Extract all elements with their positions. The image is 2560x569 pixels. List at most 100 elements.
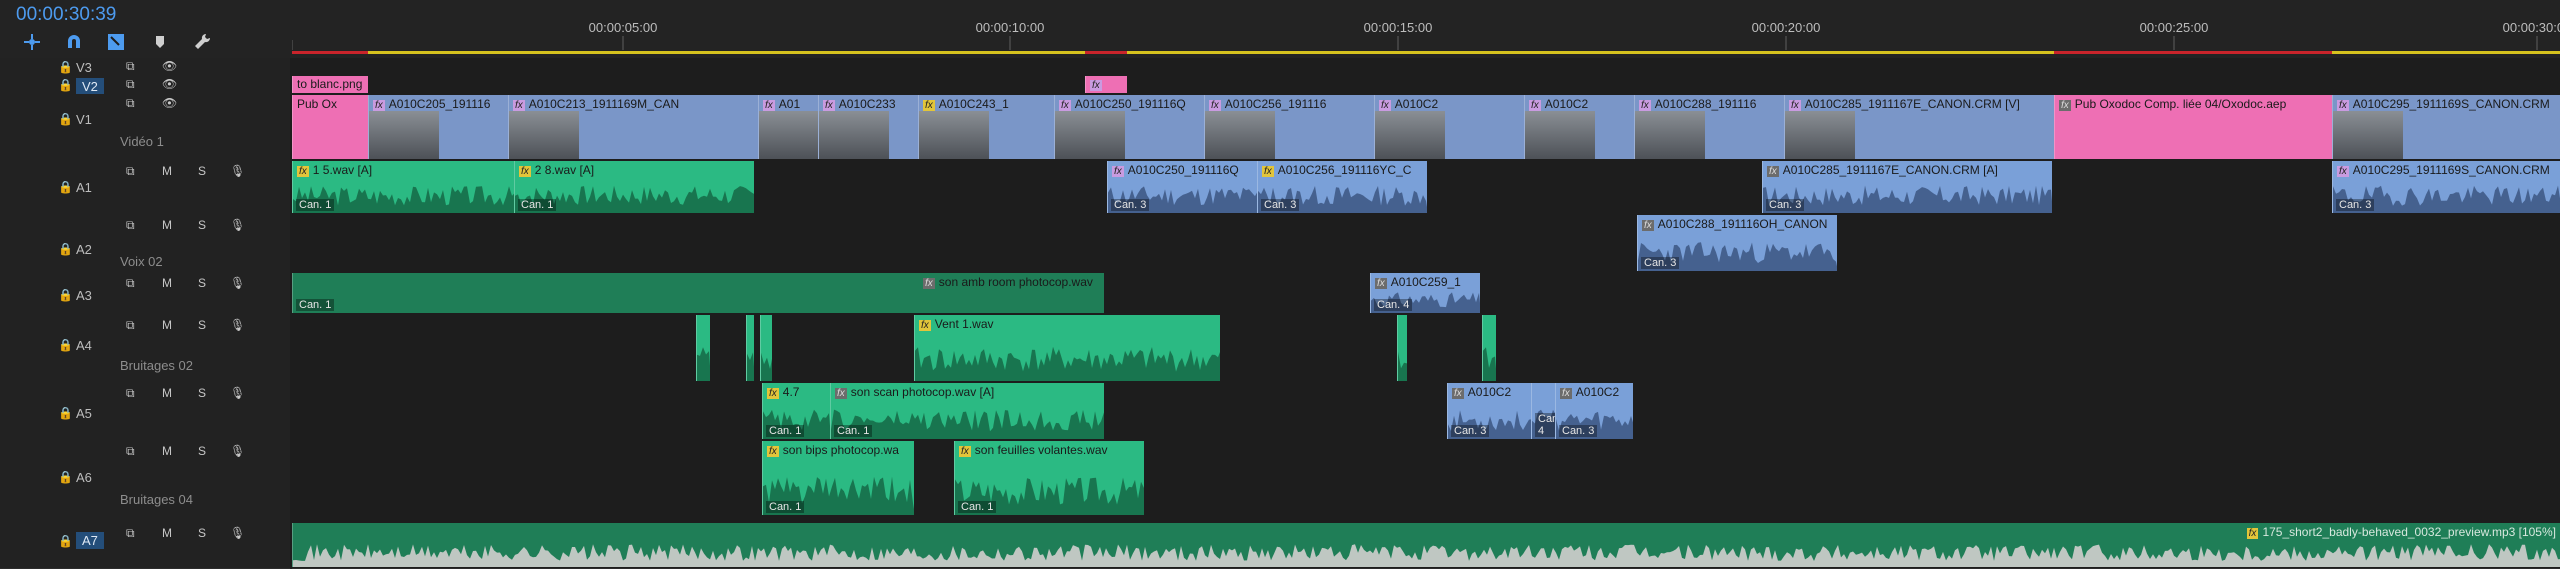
wrench-icon[interactable] <box>192 32 212 52</box>
clip[interactable]: fx A010C2 Can. 3 <box>1555 383 1633 439</box>
track-lane-a6[interactable]: fx son bips photocop.wa Can. 1 fx son feuill… <box>292 440 2560 523</box>
clip[interactable]: fx A010C243_1 <box>918 95 1054 159</box>
clip[interactable]: Pub Ox <box>292 95 368 159</box>
linked-select-icon[interactable] <box>106 32 126 52</box>
sync-lock-icon[interactable]: ⧉ <box>126 164 135 179</box>
track-name[interactable]: A3 <box>76 288 92 303</box>
clip[interactable]: fx A010C295_1911169S_CANON.CRM Can. 3 <box>2332 161 2560 213</box>
clip[interactable]: fx A010C213_1911169M_CAN <box>508 95 758 159</box>
mute-button[interactable]: M <box>162 444 172 458</box>
track-lane-v1[interactable]: Pub Ox fx A010C205_191116 fx A010C213_191116… <box>292 94 2560 161</box>
playhead-timecode[interactable]: 00:00:30:39 <box>16 4 116 26</box>
lock-icon[interactable]: 🔒 <box>58 112 73 126</box>
clip[interactable]: fx A010C295_1911169S_CANON.CRM <box>2332 95 2560 159</box>
sync-lock-icon[interactable]: ⧉ <box>126 318 135 333</box>
microphone-icon[interactable]: 🎙 <box>230 218 245 232</box>
eye-icon[interactable]: 👁 <box>162 59 177 73</box>
microphone-icon[interactable]: 🎙 <box>230 276 245 290</box>
clip[interactable]: fx A010C233 <box>818 95 918 159</box>
clip[interactable]: fx A010C259_1 Can. 4 <box>1370 273 1480 313</box>
lock-icon[interactable]: 🔒 <box>58 242 73 256</box>
track-name[interactable]: V2 <box>76 78 104 95</box>
lock-icon[interactable]: 🔒 <box>58 78 73 92</box>
clip[interactable]: fx 4.7 Can. 1 <box>762 383 830 439</box>
mute-button[interactable]: M <box>162 318 172 332</box>
clip[interactable]: to blanc.png <box>292 76 368 93</box>
audio-clip-short[interactable] <box>696 315 710 381</box>
clip[interactable]: fx A010C2 <box>1374 95 1524 159</box>
lock-icon[interactable]: 🔒 <box>58 470 73 484</box>
snap-icon[interactable] <box>22 32 42 52</box>
track-lane-v2[interactable]: to blanc.png fx <box>292 76 2560 95</box>
track-lane-a4[interactable]: fx Vent 1.wav <box>292 314 2560 383</box>
clip[interactable]: fx A010C285_1911167E_CANON.CRM [V] <box>1784 95 2054 159</box>
microphone-icon[interactable]: 🎙 <box>230 444 245 458</box>
sync-lock-icon[interactable]: ⧉ <box>126 444 135 459</box>
clip[interactable]: fx 175_short2_badly-behaved_0032_preview.… <box>292 523 2560 567</box>
microphone-icon[interactable]: 🎙 <box>230 526 245 540</box>
audio-clip-short[interactable] <box>746 315 754 381</box>
clip[interactable]: fx A010C2 Can. 3 <box>1447 383 1531 439</box>
track-lane-a3[interactable]: fx son amb room photocop.wav Can. 1 fx A010C… <box>292 272 2560 315</box>
lock-icon[interactable]: 🔒 <box>58 534 73 548</box>
lock-icon[interactable]: 🔒 <box>58 288 73 302</box>
track-name[interactable]: A4 <box>76 338 92 353</box>
sync-lock-icon[interactable]: ⧉ <box>126 96 135 111</box>
audio-clip-short[interactable] <box>1397 315 1407 381</box>
clip[interactable]: fx <box>1085 76 1127 93</box>
clip[interactable]: fx A010C205_191116 <box>368 95 508 159</box>
eye-icon[interactable]: 👁 <box>162 77 177 91</box>
track-name[interactable]: A7 <box>76 532 104 549</box>
track-name[interactable]: A2 <box>76 242 92 257</box>
lock-icon[interactable]: 🔒 <box>58 180 73 194</box>
track-lane-v3[interactable] <box>292 58 2560 77</box>
mute-button[interactable]: M <box>162 526 172 540</box>
clip[interactable]: fx 2 8.wav [A] Can. 1 <box>514 161 754 213</box>
clip[interactable]: fx A010C288_191116 <box>1634 95 1784 159</box>
track-name[interactable]: A1 <box>76 180 92 195</box>
solo-button[interactable]: S <box>198 218 206 232</box>
audio-clip-short[interactable] <box>1482 315 1496 381</box>
sync-lock-icon[interactable]: ⧉ <box>126 386 135 401</box>
solo-button[interactable]: S <box>198 318 206 332</box>
clip[interactable]: fx A010C250_191116Q Can. 3 <box>1107 161 1257 213</box>
solo-button[interactable]: S <box>198 276 206 290</box>
sync-lock-icon[interactable]: ⧉ <box>126 218 135 233</box>
lock-icon[interactable]: 🔒 <box>58 60 73 74</box>
mute-button[interactable]: M <box>162 164 172 178</box>
clip[interactable]: fx son feuilles volantes.wav Can. 1 <box>954 441 1144 515</box>
clip[interactable]: fx A010C2 <box>1524 95 1634 159</box>
clip[interactable]: fx A01 <box>758 95 818 159</box>
clip[interactable]: fx A010C285_1911167E_CANON.CRM [A] Can. 3 <box>1762 161 2052 213</box>
clip[interactable]: Can. 4 <box>1531 383 1555 439</box>
microphone-icon[interactable]: 🎙 <box>230 318 245 332</box>
track-lane-a2[interactable]: fx A010C288_191116OH_CANON Can. 3 <box>292 214 2560 273</box>
microphone-icon[interactable]: 🎙 <box>230 164 245 178</box>
eye-icon[interactable]: 👁 <box>162 96 177 110</box>
clip[interactable]: fx 1 5.wav [A] Can. 1 <box>292 161 514 213</box>
clip[interactable]: fx Pub Oxodoc Comp. liée 04/Oxodoc.aep <box>2054 95 2332 159</box>
lock-icon[interactable]: 🔒 <box>58 406 73 420</box>
clip[interactable]: fx son scan photocop.wav [A] Can. 1 <box>830 383 1104 439</box>
track-lane-a1[interactable]: fx 1 5.wav [A] Can. 1 fx 2 8.wav [A] Can. 1 fx… <box>292 160 2560 215</box>
track-lane-a5[interactable]: fx 4.7 Can. 1 fx son scan photocop.wav [A] Ca… <box>292 382 2560 441</box>
clip[interactable]: fx A010C288_191116OH_CANON Can. 3 <box>1637 215 1837 271</box>
solo-button[interactable]: S <box>198 386 206 400</box>
time-ruler[interactable]: 00:00:05:00 00:00:10:00 00:00:15:00 00:0… <box>292 0 2560 58</box>
track-name[interactable]: V1 <box>76 112 92 127</box>
sync-lock-icon[interactable]: ⧉ <box>126 77 135 92</box>
solo-button[interactable]: S <box>198 526 206 540</box>
clip[interactable]: fx A010C256_191116 <box>1204 95 1374 159</box>
mute-button[interactable]: M <box>162 386 172 400</box>
solo-button[interactable]: S <box>198 164 206 178</box>
track-name[interactable]: A6 <box>76 470 92 485</box>
clip[interactable]: fx A010C250_191116Q <box>1054 95 1204 159</box>
clip[interactable]: fx Vent 1.wav <box>914 315 1220 381</box>
clip[interactable]: fx son bips photocop.wa Can. 1 <box>762 441 914 515</box>
solo-button[interactable]: S <box>198 444 206 458</box>
microphone-icon[interactable]: 🎙 <box>230 386 245 400</box>
track-lane-a7[interactable]: fx 175_short2_badly-behaved_0032_preview.… <box>292 522 2560 569</box>
magnet-icon[interactable] <box>64 32 84 52</box>
track-name[interactable]: V3 <box>76 60 92 75</box>
marker-icon[interactable] <box>150 32 170 52</box>
